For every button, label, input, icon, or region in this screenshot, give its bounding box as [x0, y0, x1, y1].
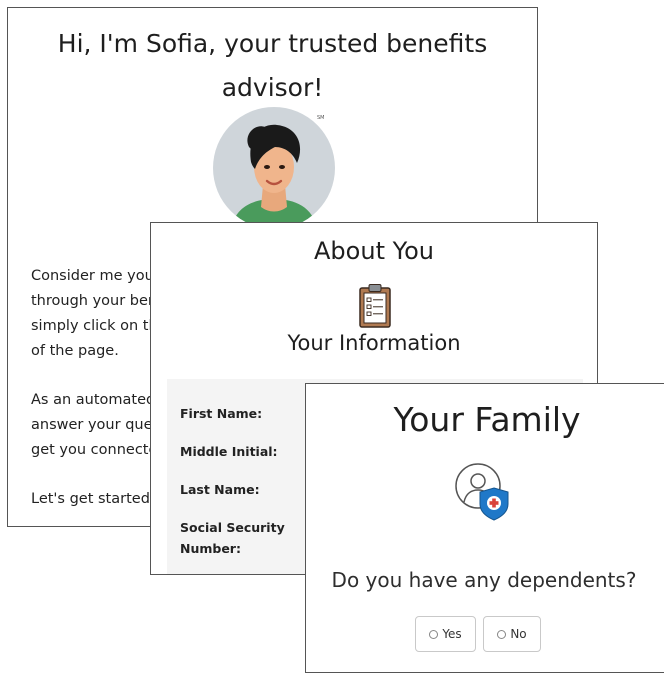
intro-line: Let's get started! — [31, 491, 156, 507]
intro-line: through your ber — [31, 293, 154, 309]
first-name-label: First Name: — [180, 406, 263, 421]
radio-label: No — [510, 627, 527, 641]
your-family-card: Your Family Do you have any dependents? … — [305, 383, 664, 673]
service-mark: SM — [317, 115, 325, 121]
your-family-heading: Your Family — [393, 400, 581, 439]
clipboard-icon — [358, 283, 392, 333]
intro-line: of the page. — [31, 343, 119, 359]
your-information-heading: Your Information — [287, 331, 461, 355]
intro-line: Consider me you — [31, 268, 154, 284]
radio-circle-icon — [497, 629, 507, 639]
intro-line: get you connecte — [31, 442, 158, 458]
intro-line: answer your que — [31, 417, 153, 433]
dependents-question: Do you have any dependents? — [331, 568, 637, 592]
sofia-avatar — [213, 107, 335, 229]
ssn-label-line: Number: — [180, 541, 241, 556]
sofia-greeting-heading: Hi, I'm Sofia, your trusted benefits adv… — [57, 29, 488, 102]
dependents-no-radio[interactable]: No — [483, 616, 541, 652]
dependents-yes-radio[interactable]: Yes — [415, 616, 476, 652]
middle-initial-label: Middle Initial: — [180, 444, 278, 459]
ssn-label: Social Security Number: — [180, 517, 285, 559]
ssn-label-line: Social Security — [180, 520, 285, 535]
dependent-shield-icon — [454, 462, 514, 526]
radio-circle-icon — [429, 629, 439, 639]
radio-label: Yes — [442, 627, 462, 641]
intro-line: As an automated — [31, 392, 156, 408]
last-name-label: Last Name: — [180, 482, 260, 497]
about-you-heading: About You — [314, 237, 434, 265]
intro-line: simply click on th — [31, 318, 158, 334]
